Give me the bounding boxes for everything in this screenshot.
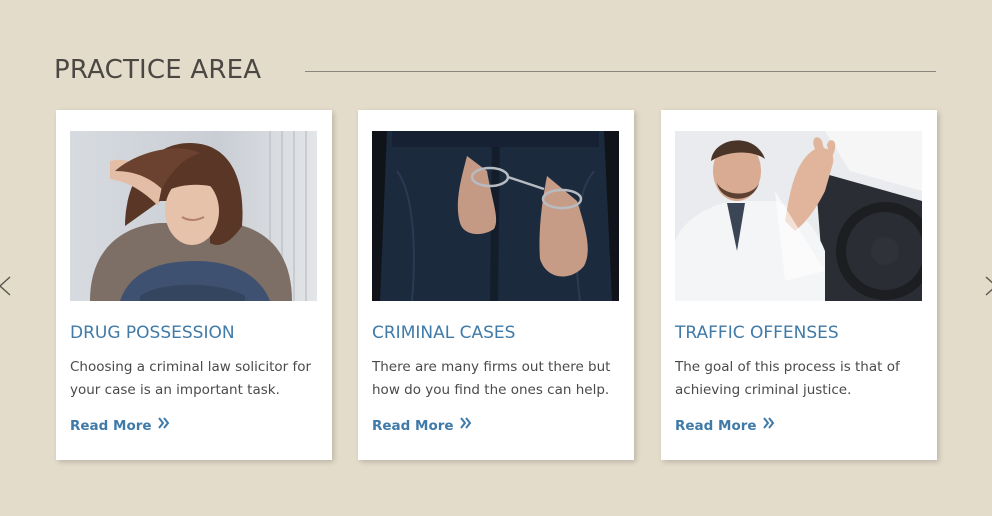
read-more-label: Read More	[372, 418, 454, 434]
chevron-left-icon	[0, 276, 11, 296]
card-title: TRAFFIC OFFENSES	[675, 323, 839, 343]
read-more-link[interactable]: Read More	[70, 415, 170, 437]
card-description: Choosing a criminal law solicitor for yo…	[70, 359, 312, 398]
double-chevron-right-icon	[157, 414, 170, 436]
read-more-label: Read More	[675, 418, 757, 434]
title-divider	[305, 71, 936, 72]
handcuffed-hands-photo[interactable]	[372, 131, 619, 301]
card-description: There are many firms out there but how d…	[372, 359, 611, 398]
woman-distressed-photo[interactable]	[70, 131, 317, 301]
angry-driver-photo[interactable]	[675, 131, 922, 301]
read-more-link[interactable]: Read More	[675, 415, 775, 437]
carousel-next-button[interactable]	[978, 274, 992, 298]
carousel-prev-button[interactable]	[0, 274, 18, 298]
card-title: DRUG POSSESSION	[70, 323, 235, 343]
practice-card-traffic-offenses: TRAFFIC OFFENSES The goal of this proces…	[661, 110, 937, 460]
read-more-link[interactable]: Read More	[372, 415, 472, 437]
read-more-label: Read More	[70, 418, 152, 434]
practice-card-drug-possession: DRUG POSSESSION Choosing a criminal law …	[56, 110, 332, 460]
card-description: The goal of this process is that of achi…	[675, 359, 900, 398]
practice-card-criminal-cases: CRIMINAL CASES There are many firms out …	[358, 110, 634, 460]
double-chevron-right-icon	[459, 414, 472, 436]
section-title: PRACTICE AREA	[54, 55, 262, 85]
card-title: CRIMINAL CASES	[372, 323, 516, 343]
chevron-right-icon	[985, 276, 992, 296]
double-chevron-right-icon	[762, 414, 775, 436]
